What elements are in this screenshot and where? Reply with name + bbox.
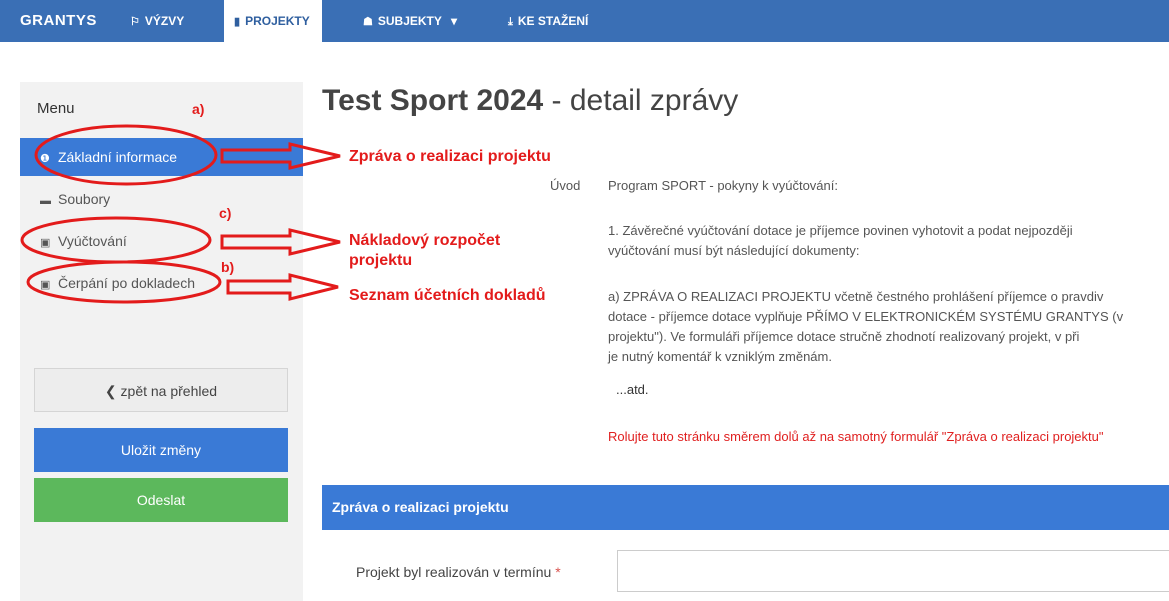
file-icon: ▮ — [234, 16, 241, 28]
page-title-suffix: - detail zprávy — [543, 84, 739, 117]
instruction-line: projektu"). Ve formuláři příjemce dotace… — [608, 329, 1080, 344]
sidebar-item-soubory[interactable]: ▬ Soubory — [20, 180, 303, 218]
instruction-line: vyúčtování musí být následující dokument… — [608, 243, 860, 258]
annotation-a: a) — [192, 101, 205, 117]
nav-ke-stazeni[interactable]: ⤓ KE STAŽENÍ — [508, 0, 588, 42]
sidebar-item-label: Základní informace — [58, 149, 178, 165]
sidebar-item-vyuctovani[interactable]: ▣ Vyúčtování — [20, 222, 303, 260]
annotation-label-b: Seznam účetních dokladů — [349, 287, 546, 304]
uvod-label: Úvod — [550, 178, 581, 193]
send-button[interactable]: Odeslat — [34, 478, 288, 522]
sidebar-item-zakladni-informace[interactable]: ❶ Základní informace — [20, 138, 303, 176]
sidebar-item-label: Soubory — [58, 191, 111, 207]
nav-projekty[interactable]: ▮ PROJEKTY — [224, 0, 322, 42]
nav-ke-stazeni-label: KE STAŽENÍ — [517, 14, 589, 28]
brand-logo[interactable]: GRANTYS — [20, 0, 97, 42]
back-to-overview-button[interactable]: ❮ zpět na přehled — [34, 368, 288, 412]
nav-subjekty-label: SUBJEKTY — [377, 14, 442, 28]
report-panel-header: Zpráva o realizaci projektu — [322, 485, 1169, 530]
annotation-label-c-2: projektu — [349, 252, 413, 269]
sidebar: Menu ❶ Základní informace ▬ Soubory ▣ Vyúčt… — [20, 82, 303, 601]
info-icon: ❶ — [40, 153, 50, 165]
annotation-label-c: Nákladový rozpočet — [349, 232, 501, 249]
instruction-line: 1. Závěrečné vyúčtování dotace je příjem… — [608, 223, 1073, 238]
download-icon: ⤓ — [508, 16, 513, 28]
folder-icon: ▬ — [40, 195, 51, 207]
annotation-b: b) — [221, 259, 235, 275]
form-label-text: Projekt byl realizován v termínu — [356, 564, 552, 580]
required-marker: * — [555, 564, 561, 580]
sidebar-item-cerpani-po-dokladech[interactable]: ▣ Čerpání po dokladech — [20, 264, 303, 302]
intro-paragraph: Program SPORT - pokyny k vyúčtování: — [608, 178, 838, 193]
form-label-realizovan: Projekt byl realizován v termínu * — [356, 564, 561, 580]
money-icon: ▣ — [40, 237, 51, 249]
chevron-down-icon: ▾ — [451, 14, 458, 28]
menu-title: Menu — [37, 100, 75, 117]
nav-subjekty[interactable]: ☗ SUBJEKTY ▾ — [363, 0, 457, 42]
etc-text: ...atd. — [616, 382, 649, 397]
instruction-line: dotace - příjemce dotace vyplňuje PŘÍMO … — [608, 309, 1124, 324]
scroll-hint: Rolujte tuto stránku směrem dolů až na s… — [608, 429, 1104, 444]
instruction-line: a) ZPRÁVA O REALIZACI PROJEKTU včetně če… — [608, 289, 1104, 304]
page-title: Test Sport 2024 - detail zprávy — [322, 84, 738, 118]
page-title-project: Test Sport 2024 — [322, 84, 544, 117]
sidebar-item-label: Vyúčtování — [58, 233, 127, 249]
users-icon: ☗ — [363, 16, 373, 28]
realizovan-input[interactable] — [617, 550, 1169, 592]
save-changes-button[interactable]: Uložit změny — [34, 428, 288, 472]
money-icon: ▣ — [40, 279, 51, 291]
sidebar-item-label: Čerpání po dokladech — [58, 275, 195, 291]
megaphone-icon: ⚐ — [130, 16, 140, 28]
instruction-line: je nutný komentář k vzniklým změnám. — [608, 349, 832, 364]
annotation-c: c) — [219, 205, 232, 221]
annotation-label-a: Zpráva o realizaci projektu — [349, 148, 551, 165]
nav-vyzvy-label: VÝZVY — [144, 14, 185, 28]
nav-vyzvy[interactable]: ⚐ VÝZVY — [130, 0, 184, 42]
nav-projekty-label: PROJEKTY — [245, 14, 310, 28]
top-navbar: GRANTYS ⚐ VÝZVY ▮ PROJEKTY ☗ SUBJEKTY ▾ ⤓ KE… — [0, 0, 1169, 42]
